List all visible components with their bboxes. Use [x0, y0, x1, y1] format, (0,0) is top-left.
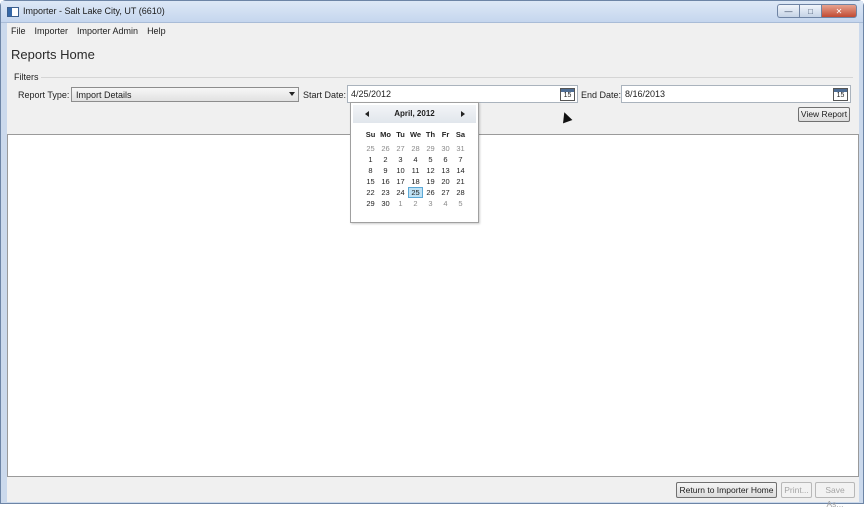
- end-date-input[interactable]: 8/16/2013: [625, 89, 665, 99]
- calendar-day[interactable]: 9: [378, 165, 393, 176]
- calendar-day[interactable]: 27: [393, 143, 408, 154]
- calendar-icon[interactable]: 15: [833, 88, 848, 101]
- calendar-day[interactable]: 1: [363, 154, 378, 165]
- calendar-day[interactable]: 10: [393, 165, 408, 176]
- return-to-importer-home-button[interactable]: Return to Importer Home: [676, 482, 777, 498]
- filters-divider: [41, 77, 853, 78]
- calendar-day[interactable]: 30: [438, 143, 453, 154]
- calendar-day[interactable]: 27: [438, 187, 453, 198]
- calendar-day[interactable]: 26: [378, 143, 393, 154]
- calendar-icon[interactable]: 15: [560, 88, 575, 101]
- window-controls: — □ ✕: [777, 4, 857, 18]
- calendar-day[interactable]: 26: [423, 187, 438, 198]
- calendar-week-row: 22 23 24 25 26 27 28: [363, 187, 468, 198]
- calendar-day[interactable]: 7: [453, 154, 468, 165]
- calendar-day[interactable]: 3: [393, 154, 408, 165]
- report-type-value: Import Details: [76, 90, 132, 100]
- save-as-button[interactable]: Save As...: [815, 482, 855, 509]
- mouse-cursor-icon: [559, 110, 573, 124]
- day-of-week-label: Th: [425, 130, 436, 139]
- calendar-day[interactable]: 2: [408, 198, 423, 209]
- calendar-day[interactable]: 16: [378, 176, 393, 187]
- calendar-day[interactable]: 28: [453, 187, 468, 198]
- calendar-day[interactable]: 1: [393, 198, 408, 209]
- menu-importer[interactable]: Importer: [31, 25, 74, 39]
- calendar-day[interactable]: 20: [438, 176, 453, 187]
- calendar-day[interactable]: 4: [438, 198, 453, 209]
- calendar-day[interactable]: 3: [423, 198, 438, 209]
- main-content: File Importer Importer Admin Help Report…: [7, 23, 859, 509]
- calendar-week-row: 8 9 10 11 12 13 14: [363, 165, 468, 176]
- window-title: Importer - Salt Lake City, UT (6610): [23, 6, 165, 16]
- minimize-icon[interactable]: —: [777, 4, 799, 18]
- calendar-day[interactable]: 21: [453, 176, 468, 187]
- calendar-day[interactable]: 2: [378, 154, 393, 165]
- calendar-day[interactable]: 8: [363, 165, 378, 176]
- view-report-button[interactable]: View Report: [798, 107, 850, 122]
- application-window: Importer - Salt Lake City, UT (6610) — □…: [0, 0, 864, 509]
- calendar-day[interactable]: 31: [453, 143, 468, 154]
- day-of-week-label: Sa: [455, 130, 466, 139]
- menu-importer-admin[interactable]: Importer Admin: [73, 25, 143, 39]
- report-type-select[interactable]: Import Details: [71, 87, 299, 102]
- calendar-day[interactable]: 5: [423, 154, 438, 165]
- calendar-popup: April, 2012 Su Mo Tu We Th Fr Sa 25 26 27 28 29 30 3…: [350, 102, 479, 223]
- day-of-week-label: Su: [365, 130, 376, 139]
- day-of-week-label: Tu: [396, 130, 405, 139]
- calendar-day[interactable]: 29: [363, 198, 378, 209]
- calendar-day[interactable]: 25: [363, 143, 378, 154]
- calendar-day[interactable]: 25: [408, 187, 423, 198]
- calendar-day[interactable]: 12: [423, 165, 438, 176]
- report-type-label: Report Type:: [18, 90, 70, 100]
- calendar-header: April, 2012: [353, 105, 476, 123]
- calendar-day[interactable]: 24: [393, 187, 408, 198]
- calendar-day[interactable]: 28: [408, 143, 423, 154]
- calendar-week-row: 29 30 1 2 3 4 5: [363, 198, 468, 209]
- day-of-week-label: We: [409, 130, 422, 139]
- calendar-day[interactable]: 6: [438, 154, 453, 165]
- next-month-icon[interactable]: [461, 111, 465, 117]
- calendar-week-row: 25 26 27 28 29 30 31: [363, 143, 468, 154]
- calendar-day[interactable]: 15: [363, 176, 378, 187]
- calendar-day[interactable]: 29: [423, 143, 438, 154]
- print-button[interactable]: Print...: [781, 482, 812, 498]
- calendar-month-title[interactable]: April, 2012: [353, 109, 476, 118]
- calendar-day[interactable]: 17: [393, 176, 408, 187]
- start-date-picker[interactable]: 4/25/2012 15: [347, 85, 578, 103]
- title-bar[interactable]: Importer - Salt Lake City, UT (6610) — □…: [1, 1, 863, 23]
- page-title: Reports Home: [11, 47, 95, 62]
- calendar-day[interactable]: 23: [378, 187, 393, 198]
- day-of-week-label: Fr: [441, 130, 450, 139]
- calendar-week-row: 15 16 17 18 19 20 21: [363, 176, 468, 187]
- calendar-day[interactable]: 19: [423, 176, 438, 187]
- calendar-day[interactable]: 18: [408, 176, 423, 187]
- start-date-label: Start Date:: [303, 90, 347, 100]
- calendar-day[interactable]: 5: [453, 198, 468, 209]
- calendar-day[interactable]: 11: [408, 165, 423, 176]
- filters-label: Filters: [14, 72, 39, 82]
- calendar-day[interactable]: 30: [378, 198, 393, 209]
- calendar-day[interactable]: 22: [363, 187, 378, 198]
- day-of-week-row: Su Mo Tu We Th Fr Sa: [363, 130, 468, 139]
- start-date-input[interactable]: 4/25/2012: [351, 89, 391, 99]
- close-icon[interactable]: ✕: [821, 4, 857, 18]
- menu-help[interactable]: Help: [143, 25, 171, 39]
- maximize-icon[interactable]: □: [799, 4, 821, 18]
- day-of-week-label: Mo: [380, 130, 391, 139]
- calendar-day[interactable]: 14: [453, 165, 468, 176]
- menu-file[interactable]: File: [7, 25, 31, 39]
- end-date-label: End Date:: [581, 90, 622, 100]
- end-date-picker[interactable]: 8/16/2013 15: [621, 85, 851, 103]
- calendar-day[interactable]: 13: [438, 165, 453, 176]
- app-icon: [7, 7, 19, 17]
- calendar-day[interactable]: 4: [408, 154, 423, 165]
- calendar-week-row: 1234567: [363, 154, 468, 165]
- dropdown-arrow-icon: [289, 92, 295, 96]
- menu-bar: File Importer Importer Admin Help: [7, 25, 171, 39]
